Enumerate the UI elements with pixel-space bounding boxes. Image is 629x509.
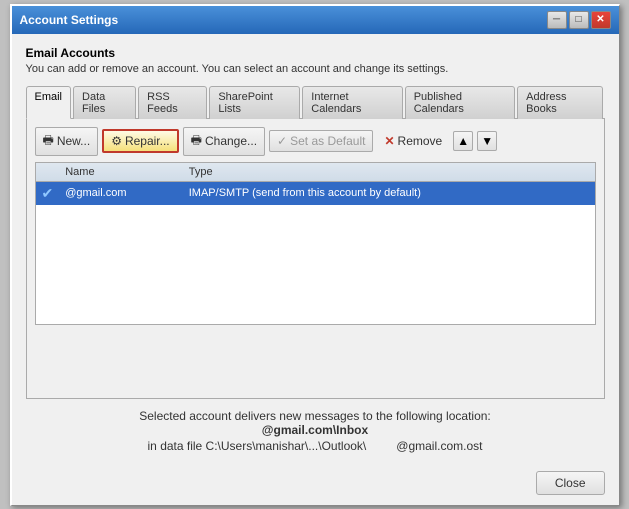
move-down-button[interactable]: ▼ [477,131,497,151]
tab-rss-feeds[interactable]: RSS Feeds [138,86,207,119]
repair-icon: ⚙ [111,134,122,148]
bottom-bar: Close [12,463,619,505]
content-panel: 🖶 New... ⚙ Repair... 🖶 Change... ✓ Set a… [26,119,605,399]
col-check [35,162,59,181]
footer-path: in data file C:\Users\manishar\...\Outlo… [148,439,367,453]
window-close-button[interactable]: ✕ [591,11,611,29]
footer-line1: Selected account delivers new messages t… [26,409,605,423]
col-type-header: Type [183,162,595,181]
set-default-button[interactable]: ✓ Set as Default [269,130,373,152]
new-label: New... [57,134,90,148]
up-arrow-icon: ▲ [457,134,469,148]
tab-email[interactable]: Email [26,86,72,119]
accounts-table: Name Type ✔ @gmail.com IMAP/SMTP (send f… [35,162,596,326]
tab-internet-calendars[interactable]: Internet Calendars [302,86,402,119]
col-name-header: Name [59,162,183,181]
row-name: @gmail.com [59,181,183,205]
footer-section: Selected account delivers new messages t… [26,409,605,453]
table-row[interactable]: ✔ @gmail.com IMAP/SMTP (send from this a… [35,181,595,205]
footer-path-line: in data file C:\Users\manishar\...\Outlo… [26,439,605,453]
account-settings-window: Account Settings ─ □ ✕ Email Accounts Yo… [10,4,620,506]
tab-address-books[interactable]: Address Books [517,86,602,119]
remove-x-icon: ✕ [384,134,394,148]
window-title: Account Settings [20,13,119,27]
minimize-button[interactable]: ─ [547,11,567,29]
repair-label: Repair... [125,134,170,148]
window-body: Email Accounts You can add or remove an … [12,34,619,463]
maximize-button[interactable]: □ [569,11,589,29]
checkmark-icon: ✔ [42,185,54,201]
repair-button[interactable]: ⚙ Repair... [102,129,178,153]
new-icon: 🖶 [43,131,54,152]
title-bar: Account Settings ─ □ ✕ [12,6,619,34]
empty-row [35,205,595,325]
set-default-label: Set as Default [290,134,365,148]
section-header: Email Accounts [26,46,605,60]
row-check: ✔ [35,181,59,205]
footer-ost: @gmail.com.ost [396,439,482,453]
remove-label: Remove [398,134,443,148]
remove-button[interactable]: ✕ Remove [377,131,449,151]
change-label: Change... [205,134,257,148]
check-icon: ✓ [277,134,287,148]
new-button[interactable]: 🖶 New... [35,127,99,156]
down-arrow-icon: ▼ [481,134,493,148]
footer-location: @gmail.com\Inbox [26,423,605,437]
tab-data-files[interactable]: Data Files [73,86,136,119]
tabs-bar: Email Data Files RSS Feeds SharePoint Li… [26,85,605,119]
close-dialog-button[interactable]: Close [536,471,605,495]
title-bar-controls: ─ □ ✕ [547,11,611,29]
change-button[interactable]: 🖶 Change... [183,127,265,156]
row-type: IMAP/SMTP (send from this account by def… [183,181,595,205]
tab-sharepoint[interactable]: SharePoint Lists [209,86,300,119]
tab-published-calendars[interactable]: Published Calendars [405,86,515,119]
change-icon: 🖶 [191,131,202,152]
move-up-button[interactable]: ▲ [453,131,473,151]
accounts-toolbar: 🖶 New... ⚙ Repair... 🖶 Change... ✓ Set a… [35,127,596,156]
section-description: You can add or remove an account. You ca… [26,63,605,75]
